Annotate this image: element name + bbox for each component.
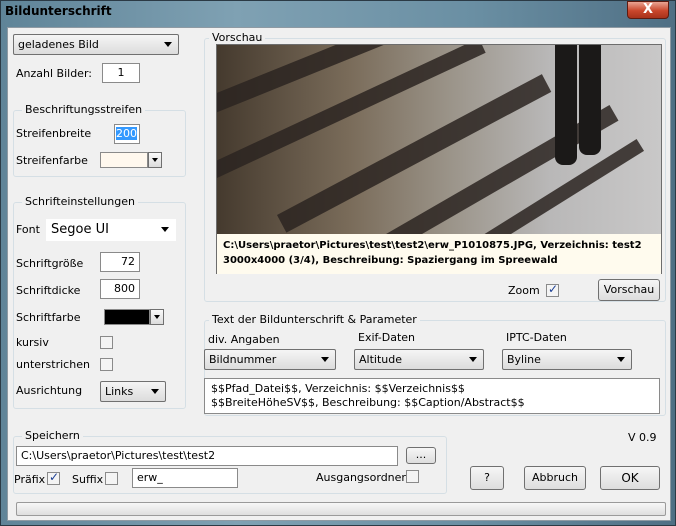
- zoom-label: Zoom: [508, 284, 540, 297]
- source-folder-checkbox[interactable]: [406, 470, 419, 483]
- dialog-window: Bildunterschrift X geladenes Bild Anzahl…: [0, 0, 676, 526]
- save-group-title: Speichern: [22, 429, 83, 442]
- col3-label: IPTC-Daten: [506, 331, 567, 344]
- ok-button[interactable]: OK: [600, 466, 660, 490]
- source-select-value: geladenes Bild: [18, 38, 99, 51]
- iptc-select[interactable]: Byline: [502, 349, 632, 370]
- align-select[interactable]: Links: [100, 381, 166, 402]
- count-field[interactable]: 1: [102, 63, 140, 83]
- params-group-title: Text der Bildunterschrift & Parameter: [209, 313, 420, 326]
- italic-label: kursiv: [16, 336, 49, 349]
- cancel-button[interactable]: Abbruch: [524, 466, 586, 490]
- stripe-color-label: Streifenfarbe: [16, 154, 88, 167]
- count-label: Anzahl Bilder:: [16, 67, 92, 80]
- stripe-width-label: Streifenbreite: [16, 127, 92, 140]
- stripe-color-swatch[interactable]: [100, 152, 148, 168]
- progress-bar: [16, 502, 666, 516]
- preview-caption: C:\Users\praetor\Pictures\test\test2\erw…: [217, 234, 661, 274]
- underline-checkbox[interactable]: [100, 358, 113, 371]
- chevron-down-icon: [469, 357, 477, 362]
- font-group-title: Schrifteinstellungen: [22, 195, 138, 208]
- weight-label: Schriftdicke: [16, 284, 81, 297]
- browse-button[interactable]: ...: [406, 447, 436, 464]
- boot-left: [555, 45, 577, 165]
- source-select[interactable]: geladenes Bild: [13, 34, 179, 55]
- exif-select[interactable]: Altitude: [354, 349, 484, 370]
- caption-line-1: C:\Users\praetor\Pictures\test\test2\erw…: [223, 240, 642, 251]
- font-select-value: Segoe UI: [51, 222, 109, 237]
- suffix-checkbox[interactable]: [105, 472, 118, 485]
- help-button[interactable]: ?: [470, 466, 504, 490]
- preview-group-title: Vorschau: [209, 31, 266, 44]
- chevron-down-icon: [617, 357, 625, 362]
- affix-field[interactable]: erw_: [132, 468, 238, 488]
- align-select-value: Links: [105, 385, 134, 398]
- title-bar[interactable]: Bildunterschrift X: [1, 1, 675, 21]
- stripe-group-title: Beschriftungsstreifen: [22, 103, 146, 116]
- caption-line-2: 3000x4000 (3/4), Beschreibung: Spazierga…: [223, 255, 558, 266]
- preview-button[interactable]: Vorschau: [598, 279, 660, 301]
- version-label: V 0.9: [628, 431, 657, 444]
- font-color-swatch[interactable]: [104, 309, 150, 325]
- stripe-color-dropdown[interactable]: [148, 152, 162, 168]
- col1-label: div. Angaben: [208, 333, 280, 346]
- stripe-width-field[interactable]: 200: [114, 124, 140, 144]
- align-label: Ausrichtung: [16, 384, 83, 397]
- photo-shadow: [277, 74, 552, 233]
- suffix-label: Suffix: [72, 473, 104, 486]
- misc-info-select[interactable]: Bildnummer: [204, 349, 336, 370]
- stripe-width-value: 200: [116, 127, 137, 140]
- chevron-down-icon: [161, 227, 169, 232]
- close-button[interactable]: X: [627, 1, 669, 19]
- photo-shadow: [217, 45, 486, 180]
- save-path-field[interactable]: C:\Users\praetor\Pictures\test\test2: [16, 446, 398, 466]
- size-field[interactable]: 72: [100, 252, 140, 272]
- italic-checkbox[interactable]: [100, 336, 113, 349]
- size-label: Schriftgröße: [16, 257, 84, 270]
- font-label: Font: [16, 223, 40, 236]
- prefix-label: Präfix: [14, 473, 46, 486]
- chevron-down-icon: [321, 357, 329, 362]
- color-label: Schriftfarbe: [16, 311, 81, 324]
- font-select[interactable]: Segoe UI: [46, 219, 176, 241]
- misc-info-value: Bildnummer: [209, 353, 277, 366]
- zoom-checkbox[interactable]: [546, 282, 559, 297]
- col2-label: Exif-Daten: [358, 331, 416, 344]
- underline-label: unterstrichen: [16, 358, 90, 371]
- boot-right: [579, 45, 601, 155]
- iptc-value: Byline: [507, 353, 541, 366]
- source-folder-label: Ausgangsordner: [316, 471, 406, 484]
- chevron-down-icon: [164, 42, 172, 47]
- weight-field[interactable]: 800: [100, 279, 140, 299]
- caption-template-field[interactable]: $$Pfad_Datei$$, Verzeichnis: $$Verzeichn…: [204, 378, 660, 414]
- font-color-dropdown[interactable]: [150, 309, 164, 325]
- preview-image-area: C:\Users\praetor\Pictures\test\test2\erw…: [216, 44, 662, 274]
- chevron-down-icon: [151, 389, 159, 394]
- dialog-body: geladenes Bild Anzahl Bilder: 1 Beschrif…: [7, 27, 671, 521]
- preview-photo: [217, 45, 661, 234]
- window-title: Bildunterschrift: [5, 4, 112, 18]
- prefix-checkbox[interactable]: [47, 470, 60, 485]
- exif-value: Altitude: [359, 353, 402, 366]
